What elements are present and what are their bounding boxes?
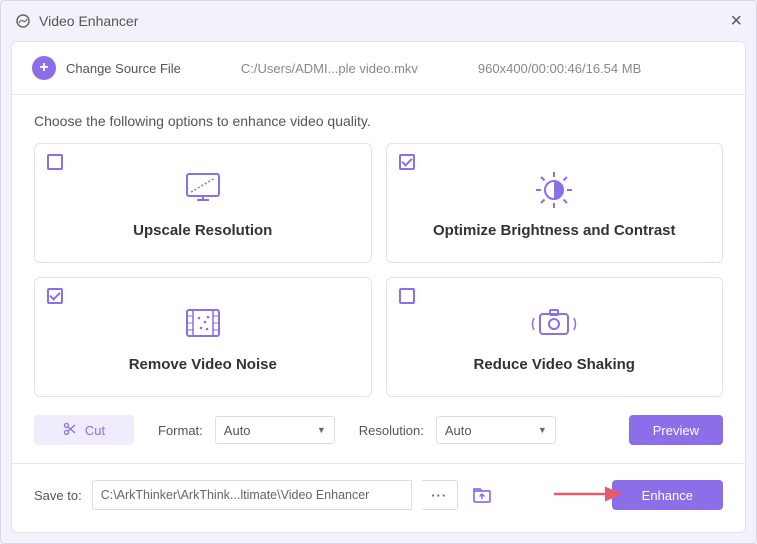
app-icon [15, 13, 31, 29]
browse-button[interactable]: ··· [422, 480, 458, 510]
instruction-text: Choose the following options to enhance … [12, 95, 745, 143]
footer-row: Save to: C:\ArkThinker\ArkThink...ltimat… [12, 464, 745, 526]
save-path-value: C:\ArkThinker\ArkThink...ltimate\Video E… [101, 488, 370, 502]
option-brightness-contrast[interactable]: Optimize Brightness and Contrast [386, 143, 724, 263]
change-source-link[interactable]: Change Source File [66, 61, 181, 76]
add-source-button[interactable]: + [32, 56, 56, 80]
main-panel: + Change Source File C:/Users/ADMI...ple… [11, 41, 746, 533]
source-filepath: C:/Users/ADMI...ple video.mkv [241, 61, 418, 76]
upscale-icon [179, 168, 227, 212]
option-remove-noise[interactable]: Remove Video Noise [34, 277, 372, 397]
checkbox-brightness[interactable] [399, 154, 415, 170]
resolution-dropdown[interactable]: Auto [436, 416, 556, 444]
checkbox-shaking[interactable] [399, 288, 415, 304]
format-label: Format: [158, 423, 203, 438]
checkbox-noise[interactable] [47, 288, 63, 304]
options-grid: Upscale Resolution Optimize Brightness a… [12, 143, 745, 397]
window-title: Video Enhancer [39, 13, 138, 29]
noise-icon [179, 302, 227, 346]
source-header: + Change Source File C:/Users/ADMI...ple… [12, 42, 745, 95]
save-to-label: Save to: [34, 488, 82, 503]
preview-button[interactable]: Preview [629, 415, 723, 445]
folder-icon [472, 486, 492, 504]
option-upscale-resolution[interactable]: Upscale Resolution [34, 143, 372, 263]
source-fileinfo: 960x400/00:00:46/16.54 MB [478, 61, 641, 76]
checkbox-upscale[interactable] [47, 154, 63, 170]
open-folder-button[interactable] [468, 481, 496, 509]
titlebar: Video Enhancer × [1, 1, 756, 41]
option-label: Remove Video Noise [129, 356, 277, 373]
format-value: Auto [224, 423, 251, 438]
save-path-input[interactable]: C:\ArkThinker\ArkThink...ltimate\Video E… [92, 480, 412, 510]
scissors-icon [63, 422, 77, 439]
cut-label: Cut [85, 423, 105, 438]
close-button[interactable]: × [730, 10, 742, 33]
app-window: Video Enhancer × + Change Source File C:… [0, 0, 757, 544]
format-dropdown[interactable]: Auto [215, 416, 335, 444]
option-label: Optimize Brightness and Contrast [433, 222, 676, 239]
option-label: Upscale Resolution [133, 222, 272, 239]
resolution-label: Resolution: [359, 423, 424, 438]
controls-row: Cut Format: Auto Resolution: Auto Previe… [12, 397, 745, 445]
brightness-icon [530, 168, 578, 212]
cut-button[interactable]: Cut [34, 415, 134, 445]
option-label: Reduce Video Shaking [474, 356, 635, 373]
shaking-icon [528, 302, 580, 346]
enhance-button[interactable]: Enhance [612, 480, 723, 510]
option-reduce-shaking[interactable]: Reduce Video Shaking [386, 277, 724, 397]
resolution-value: Auto [445, 423, 472, 438]
